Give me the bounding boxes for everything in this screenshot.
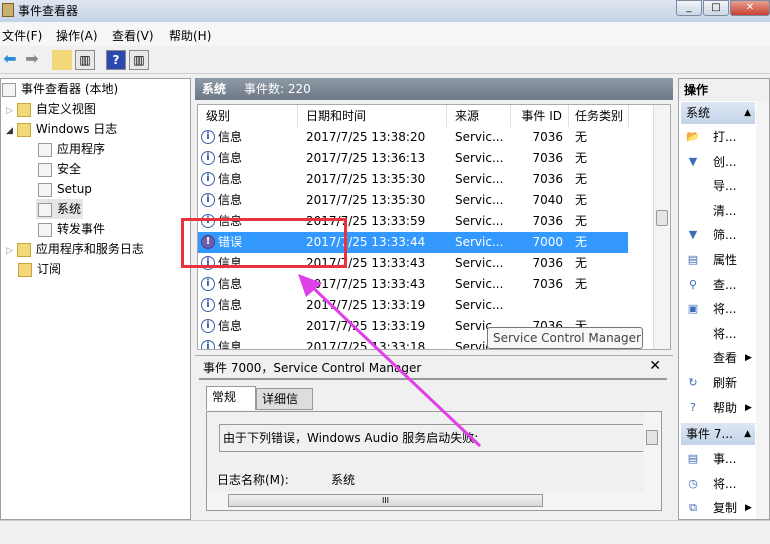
- arrow-annotation: [298, 274, 482, 448]
- arrow-line: [306, 281, 482, 448]
